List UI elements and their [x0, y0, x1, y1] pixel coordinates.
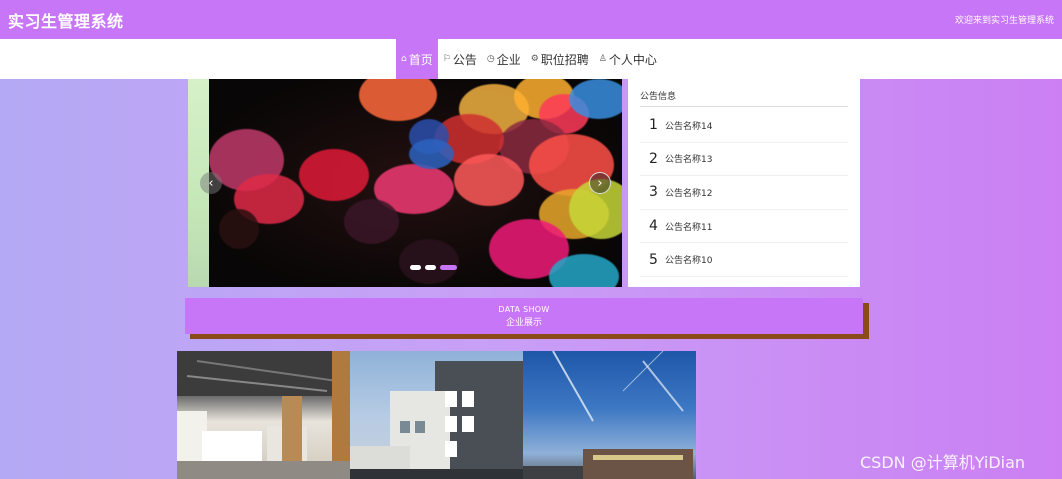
flag-icon: ⚐	[442, 54, 451, 64]
welcome-text: 欢迎来到实习生管理系统	[954, 16, 1054, 26]
notice-panel: 公告信息 1 公告名称14 2 公告名称13 3 公告名称12 4 公告名称11…	[628, 79, 860, 287]
clock-icon: ◷	[486, 54, 495, 64]
carousel-indicator-active[interactable]	[440, 265, 457, 270]
nav-item-label: 首页	[408, 52, 433, 67]
carousel-indicator[interactable]	[410, 265, 421, 270]
notice-item[interactable]: 4 公告名称11	[640, 210, 848, 244]
notice-index: 2	[649, 150, 658, 167]
notice-name: 公告名称14	[665, 121, 713, 132]
notice-name: 公告名称11	[665, 222, 713, 233]
notice-index: 1	[649, 117, 658, 134]
carousel-prev-button[interactable]: ‹	[200, 172, 222, 194]
main-nav: ⌂ 首页 ⚐ 公告 ◷ 企业 ⚙ 职位招聘 ♙ 个人中心	[0, 39, 1062, 79]
top-header: 实习生管理系统 欢迎来到实习生管理系统	[0, 0, 1062, 39]
nav-item-jobs[interactable]: ⚙ 职位招聘	[526, 39, 594, 79]
notice-name: 公告名称12	[665, 188, 713, 199]
nav-item-label: 企业	[496, 52, 521, 67]
notice-name: 公告名称13	[665, 155, 713, 166]
nav-item-label: 公告	[452, 52, 477, 67]
nav-item-label: 职位招聘	[540, 52, 589, 67]
nav-list: ⌂ 首页 ⚐ 公告 ◷ 企业 ⚙ 职位招聘 ♙ 个人中心	[396, 39, 662, 79]
nav-item-label: 个人中心	[608, 52, 657, 67]
notice-index: 3	[649, 184, 658, 201]
notice-item[interactable]: 5 公告名称10	[640, 243, 848, 277]
image-carousel[interactable]: ‹ ›	[188, 79, 622, 287]
data-show-banner: DATA SHOW 企业展示	[185, 298, 863, 334]
data-show-heading: DATA SHOW	[498, 304, 550, 314]
user-icon: ♙	[598, 54, 607, 64]
company-image-office[interactable]	[177, 351, 350, 479]
office-interior-illustration	[177, 351, 350, 479]
carousel-indicators	[410, 265, 457, 270]
carousel-next-button[interactable]: ›	[589, 172, 611, 194]
chevron-left-icon: ‹	[208, 175, 214, 191]
data-show-subheading: 企业展示	[505, 317, 542, 328]
chevron-right-icon: ›	[597, 175, 603, 191]
home-icon: ⌂	[401, 54, 407, 64]
carousel-indicator[interactable]	[425, 265, 436, 270]
notice-item[interactable]: 2 公告名称13	[640, 143, 848, 177]
nav-item-home[interactable]: ⌂ 首页	[396, 39, 438, 79]
company-image-campus[interactable]	[523, 351, 696, 479]
notice-item[interactable]: 1 公告名称14	[640, 109, 848, 143]
nav-item-company[interactable]: ◷ 企业	[482, 39, 526, 79]
watermark-text: CSDN @计算机YiDian	[860, 453, 1026, 472]
campus-illustration	[523, 351, 693, 479]
nav-item-notice[interactable]: ⚐ 公告	[438, 39, 482, 79]
company-image-building[interactable]	[350, 351, 523, 479]
nav-item-profile[interactable]: ♙ 个人中心	[594, 39, 662, 79]
notice-index: 4	[649, 218, 658, 235]
gear-icon: ⚙	[530, 54, 539, 64]
notice-index: 5	[649, 251, 658, 268]
app-title: 实习生管理系统	[8, 11, 124, 31]
notice-name: 公告名称10	[665, 256, 713, 267]
building-illustration	[350, 361, 523, 479]
notice-panel-title: 公告信息	[640, 89, 848, 107]
notice-item[interactable]: 3 公告名称12	[640, 176, 848, 210]
carousel-slide-image	[209, 79, 622, 287]
company-gallery	[177, 351, 696, 479]
